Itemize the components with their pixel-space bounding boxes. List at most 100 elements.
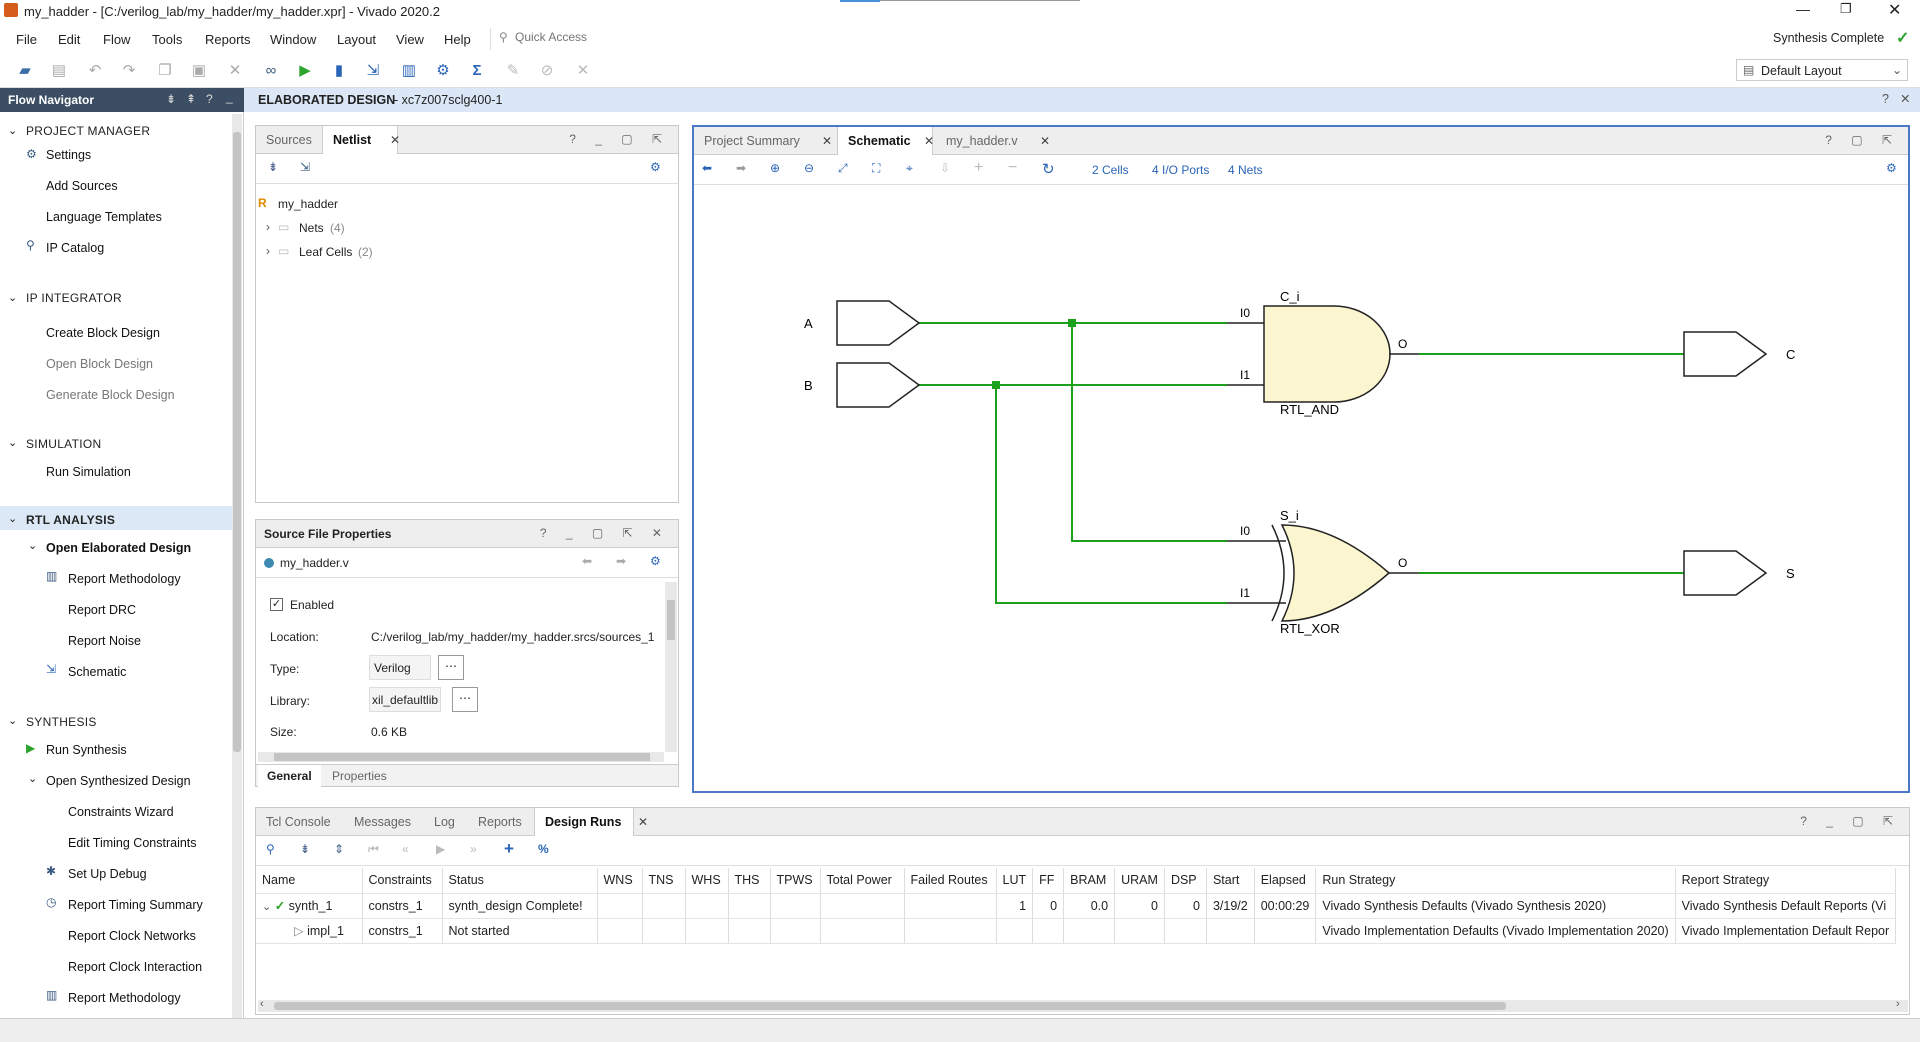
nav-report-noise[interactable]: Report Noise [68, 634, 141, 648]
chevron-down-icon[interactable]: ⌄ [262, 901, 271, 913]
nav-report-clock-networks[interactable]: Report Clock Networks [68, 929, 196, 943]
col-start[interactable]: Start [1206, 868, 1255, 894]
section-synthesis[interactable]: SYNTHESIS [26, 715, 97, 729]
nav-set-up-debug[interactable]: Set Up Debug [68, 867, 147, 881]
section-ip-integrator[interactable]: IP INTEGRATOR [26, 291, 122, 305]
menu-file[interactable]: File [16, 32, 37, 47]
minimize-icon[interactable]: — [1796, 1, 1810, 17]
panel-controls[interactable]: ? ▢ ⇱ [1825, 133, 1900, 147]
gear-icon[interactable]: ⚙ [1886, 161, 1897, 175]
close-icon[interactable]: ✕ [1900, 91, 1910, 106]
nav-settings[interactable]: Settings [46, 148, 91, 162]
run-icon[interactable]: ▶ [296, 62, 314, 80]
tab-general[interactable]: General [258, 765, 321, 787]
collapse-all-icon[interactable]: ⇟ [300, 842, 310, 856]
scrollbar-thumb[interactable] [233, 132, 241, 752]
panel-controls[interactable]: ? _ ▢ ⇱ [1800, 814, 1901, 828]
add-icon[interactable]: + [504, 839, 514, 859]
layout-select[interactable]: ▤ Default Layout ⌄ [1736, 59, 1908, 81]
and-gate[interactable] [1263, 305, 1391, 403]
forward-arrow-icon[interactable]: ➡ [616, 554, 626, 568]
settings-gear-icon[interactable]: ⚙ [434, 62, 452, 80]
debug-icon[interactable]: ✎ [504, 62, 522, 80]
menu-reports[interactable]: Reports [205, 32, 251, 47]
nav-ip-catalog[interactable]: IP Catalog [46, 241, 104, 255]
xor-gate[interactable] [1280, 524, 1391, 622]
table-row[interactable]: ▷ impl_1 constrs_1 Not started Vivado Im… [256, 918, 1897, 944]
minimize-panel-icon[interactable]: _ [226, 90, 233, 104]
report-icon[interactable]: ▥ [400, 62, 418, 80]
zoom-out-icon[interactable]: ⊖ [804, 161, 814, 175]
chevron-right-icon[interactable]: › [266, 244, 270, 258]
target-icon[interactable]: ⌖ [906, 161, 913, 176]
col-dsp[interactable]: DSP [1164, 868, 1207, 894]
tab-project-summary[interactable]: Project Summary [694, 127, 810, 155]
col-wns[interactable]: WNS [597, 868, 643, 894]
col-report-strategy[interactable]: Report Strategy [1675, 868, 1897, 894]
col-whs[interactable]: WHS [685, 868, 729, 894]
menu-tools[interactable]: Tools [152, 32, 182, 47]
back-arrow-icon[interactable]: ⬅ [702, 161, 712, 175]
input-port-b[interactable] [836, 362, 921, 408]
chevron-down-icon[interactable]: ⌄ [8, 512, 17, 525]
tab-netlist[interactable]: Netlist [322, 126, 398, 154]
cross-tool-icon[interactable]: ✕ [574, 62, 592, 80]
net-b-xor[interactable] [995, 385, 1227, 604]
auto-connect-icon[interactable]: ∞ [262, 62, 280, 80]
sigma-icon[interactable]: Σ [468, 62, 486, 80]
nets-link[interactable]: 4 Nets [1228, 163, 1263, 177]
chevron-right-icon[interactable]: › [1896, 998, 1900, 1010]
chevron-down-icon[interactable]: ⌄ [8, 291, 17, 304]
expand-all-icon[interactable]: ⇞ [186, 92, 196, 106]
netlist-root[interactable]: my_hadder [278, 197, 338, 211]
generate-bitstream-icon[interactable]: ⇲ [364, 62, 382, 80]
nav-report-methodology[interactable]: Report Methodology [68, 572, 181, 586]
scrollbar-thumb[interactable] [274, 1002, 1506, 1010]
nav-generate-block-design[interactable]: Generate Block Design [46, 388, 175, 402]
refresh-icon[interactable]: ↻ [1042, 160, 1055, 178]
nav-run-synthesis[interactable]: Run Synthesis [46, 743, 127, 757]
sort-icon[interactable]: ⇕ [334, 842, 344, 856]
nav-create-block-design[interactable]: Create Block Design [46, 326, 160, 340]
first-icon[interactable]: ⏮ [368, 842, 379, 857]
panel-controls[interactable]: ? _ ▢ ⇱ ✕ [540, 526, 670, 540]
copy-icon[interactable]: ❐ [156, 62, 174, 80]
close-icon[interactable]: ✕ [1040, 134, 1050, 148]
nets-node[interactable]: Nets [299, 221, 324, 235]
mark-icon[interactable]: ⊘ [538, 62, 556, 80]
nav-report-timing-summary[interactable]: Report Timing Summary [68, 898, 203, 912]
leaf-cells-node[interactable]: Leaf Cells [299, 245, 352, 259]
tab-schematic[interactable]: Schematic [837, 127, 933, 155]
regenerate-icon[interactable]: ⇩ [940, 161, 950, 175]
fit-icon[interactable]: ⤢ [838, 161, 848, 176]
scrollbar-thumb[interactable] [667, 600, 675, 640]
nav-open-elaborated-design[interactable]: Open Elaborated Design [46, 541, 191, 555]
forward-arrow-icon[interactable]: ➡ [736, 161, 746, 175]
library-browse-button[interactable]: ⋯ [452, 687, 478, 712]
nav-add-sources[interactable]: Add Sources [46, 179, 118, 193]
col-tns[interactable]: TNS [642, 868, 686, 894]
chevron-down-icon[interactable]: ⌄ [28, 539, 37, 552]
col-name[interactable]: Name [256, 868, 363, 894]
schematic-icon[interactable]: ⇲ [300, 160, 310, 174]
close-icon[interactable]: ✕ [638, 815, 648, 829]
section-simulation[interactable]: SIMULATION [26, 437, 101, 451]
expand-icon[interactable]: + [974, 159, 983, 177]
tab-log[interactable]: Log [424, 808, 465, 836]
section-project-manager[interactable]: PROJECT MANAGER [26, 124, 150, 138]
next-icon[interactable]: » [470, 842, 477, 856]
tab-my-hadder-v[interactable]: my_hadder.v [936, 127, 1028, 155]
menu-edit[interactable]: Edit [58, 32, 80, 47]
close-window-icon[interactable]: ✕ [1888, 0, 1901, 20]
col-constraints[interactable]: Constraints [362, 868, 443, 894]
type-browse-button[interactable]: ⋯ [438, 655, 464, 680]
runs-hscrollbar[interactable]: ‹ › [258, 998, 1908, 1012]
panel-controls[interactable]: ? _ ▢ ⇱ [569, 132, 670, 146]
paste-icon[interactable]: ▣ [190, 62, 208, 80]
enabled-checkbox[interactable]: ✓ [270, 598, 283, 611]
nav-report-drc[interactable]: Report DRC [68, 603, 136, 617]
quick-access-input[interactable] [515, 30, 635, 44]
output-port-s[interactable] [1683, 550, 1768, 596]
search-icon[interactable]: ⚲ [266, 842, 275, 856]
col-elapsed[interactable]: Elapsed [1254, 868, 1317, 894]
